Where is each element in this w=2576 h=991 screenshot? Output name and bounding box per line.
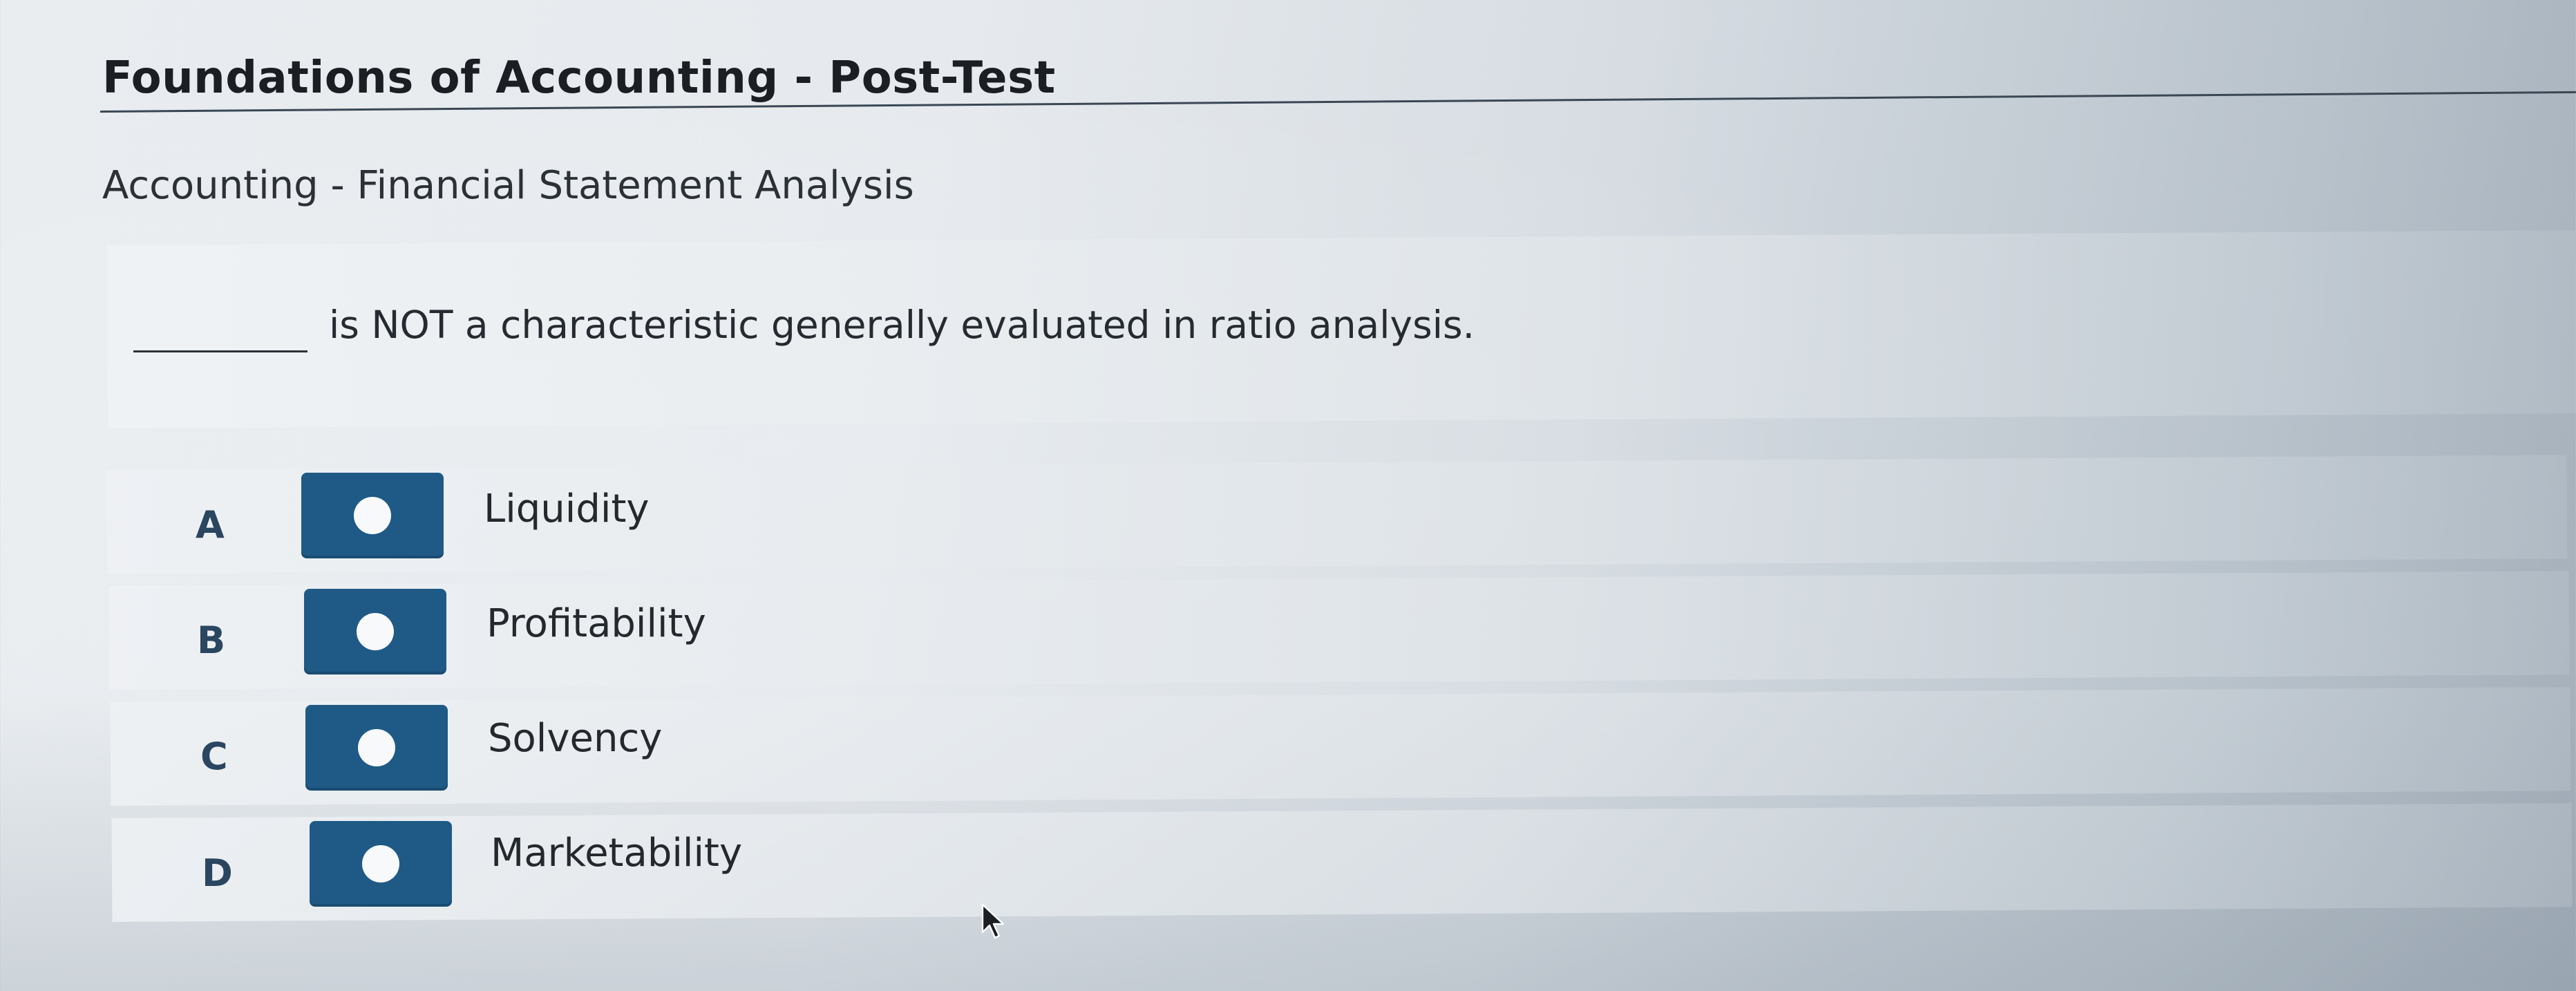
mouse-pointer-icon	[981, 903, 1005, 939]
option-label-c: Solvency	[488, 716, 663, 761]
option-row-d	[111, 803, 2573, 922]
question-blank	[133, 350, 307, 352]
option-b-radio-button[interactable]	[304, 589, 446, 674]
page-title: Foundations of Accounting - Post-Test	[102, 53, 1056, 104]
option-letter-b: B	[197, 619, 226, 662]
radio-dot-icon	[358, 729, 395, 766]
option-row-a	[106, 455, 2568, 574]
option-label-b: Profitability	[486, 601, 706, 646]
option-a-radio-button[interactable]	[301, 473, 444, 558]
question-text: is NOT a characteristic generally evalua…	[329, 303, 1475, 347]
option-letter-d: D	[202, 851, 233, 895]
radio-dot-icon	[354, 497, 391, 534]
section-subtitle: Accounting - Financial Statement Analysi…	[102, 163, 914, 208]
option-c-radio-button[interactable]	[305, 705, 448, 791]
radio-dot-icon	[357, 613, 394, 650]
radio-dot-icon	[362, 845, 399, 883]
option-letter-a: A	[196, 503, 225, 547]
option-label-d: Marketability	[491, 831, 743, 876]
option-row-b	[108, 571, 2570, 690]
option-letter-c: C	[200, 735, 228, 778]
option-row-c	[110, 687, 2571, 806]
option-d-radio-button[interactable]	[310, 821, 452, 907]
option-label-a: Liquidity	[484, 487, 650, 531]
